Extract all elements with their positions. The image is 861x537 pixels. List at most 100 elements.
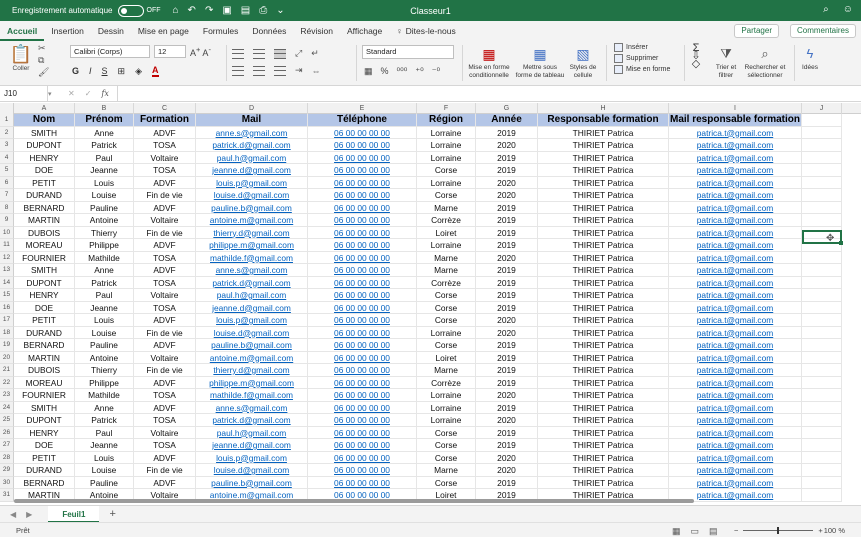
- table-cell[interactable]: 2019: [476, 214, 538, 227]
- table-cell[interactable]: 06 00 00 00 00: [308, 314, 417, 327]
- table-cell[interactable]: Jeanne: [75, 164, 134, 177]
- table-cell[interactable]: 2019: [476, 151, 538, 164]
- tab-insertion[interactable]: Insertion: [44, 21, 91, 41]
- table-cell[interactable]: pauline.b@gmail.com: [196, 201, 308, 214]
- name-box[interactable]: J10: [0, 85, 48, 102]
- table-cell[interactable]: paul.h@gmail.com: [196, 151, 308, 164]
- orientation-icon[interactable]: ⤢: [295, 48, 302, 59]
- table-cell[interactable]: anne.s@gmail.com: [196, 401, 308, 414]
- table-cell[interactable]: 06 00 00 00 00: [308, 401, 417, 414]
- table-cell[interactable]: Corse: [417, 476, 476, 489]
- cancel-icon[interactable]: ✕: [68, 89, 75, 98]
- table-cell[interactable]: DOE: [14, 301, 75, 314]
- bold-icon[interactable]: G: [72, 66, 79, 76]
- table-cell[interactable]: BERNARD: [14, 339, 75, 352]
- table-cell[interactable]: Thierry: [75, 226, 134, 239]
- table-cell[interactable]: 2019: [476, 401, 538, 414]
- chevron-down-icon[interactable]: ▾: [48, 90, 56, 98]
- table-cell[interactable]: PETIT: [14, 314, 75, 327]
- table-cell[interactable]: patrica.t@gmail.com: [669, 214, 802, 227]
- table-cell[interactable]: paul.h@gmail.com: [196, 426, 308, 439]
- table-cell[interactable]: patrica.t@gmail.com: [669, 176, 802, 189]
- tab-donnees[interactable]: Données: [245, 21, 293, 41]
- empty-cell[interactable]: [802, 126, 842, 139]
- table-cell[interactable]: Corse: [417, 451, 476, 464]
- header-cell[interactable]: Nom: [14, 114, 75, 127]
- table-cell[interactable]: THIRIET Patrica: [538, 264, 669, 277]
- sheet-tab-feuil1[interactable]: Feuil1: [48, 505, 100, 523]
- table-cell[interactable]: TOSA: [134, 251, 196, 264]
- table-cell[interactable]: 2020: [476, 176, 538, 189]
- row-number[interactable]: 4: [0, 151, 14, 164]
- table-cell[interactable]: 2019: [476, 276, 538, 289]
- comments-button[interactable]: Commentaires: [789, 24, 856, 38]
- table-cell[interactable]: Corse: [417, 301, 476, 314]
- account-icon[interactable]: ☺: [843, 4, 853, 15]
- table-cell[interactable]: 2019: [476, 164, 538, 177]
- table-cell[interactable]: THIRIET Patrica: [538, 401, 669, 414]
- table-cell[interactable]: patrica.t@gmail.com: [669, 264, 802, 277]
- table-cell[interactable]: Pauline: [75, 339, 134, 352]
- table-cell[interactable]: patrica.t@gmail.com: [669, 476, 802, 489]
- table-cell[interactable]: 2019: [476, 226, 538, 239]
- table-cell[interactable]: THIRIET Patrica: [538, 476, 669, 489]
- column-header[interactable]: D: [196, 103, 308, 114]
- thousands-icon[interactable]: ⁰⁰⁰: [397, 66, 408, 77]
- font-size-select[interactable]: 12: [154, 45, 186, 58]
- table-cell[interactable]: Lorraine: [417, 414, 476, 427]
- redo-icon[interactable]: ↷: [205, 5, 213, 16]
- table-cell[interactable]: 2020: [476, 139, 538, 152]
- table-cell[interactable]: Marne: [417, 251, 476, 264]
- table-cell[interactable]: patrica.t@gmail.com: [669, 301, 802, 314]
- table-cell[interactable]: 2019: [476, 339, 538, 352]
- table-cell[interactable]: Voltaire: [134, 214, 196, 227]
- table-cell[interactable]: DOE: [14, 164, 75, 177]
- table-cell[interactable]: 06 00 00 00 00: [308, 164, 417, 177]
- table-cell[interactable]: Louise: [75, 464, 134, 477]
- table-cell[interactable]: anne.s@gmail.com: [196, 126, 308, 139]
- table-cell[interactable]: louise.d@gmail.com: [196, 326, 308, 339]
- empty-cell[interactable]: [802, 151, 842, 164]
- home-icon[interactable]: ⌂: [173, 5, 179, 16]
- table-cell[interactable]: DUBOIS: [14, 364, 75, 377]
- font-color-icon[interactable]: A: [152, 65, 159, 77]
- table-cell[interactable]: 2019: [476, 126, 538, 139]
- table-cell[interactable]: Fin de vie: [134, 464, 196, 477]
- table-cell[interactable]: TOSA: [134, 301, 196, 314]
- table-cell[interactable]: mathilde.f@gmail.com: [196, 389, 308, 402]
- table-cell[interactable]: Marne: [417, 364, 476, 377]
- column-header[interactable]: A: [14, 103, 75, 114]
- table-cell[interactable]: Louise: [75, 189, 134, 202]
- table-cell[interactable]: 2020: [476, 451, 538, 464]
- tell-me[interactable]: ♀ Dites-le-nous: [389, 21, 462, 41]
- fill-color-icon[interactable]: ◈: [135, 66, 142, 77]
- table-cell[interactable]: Lorraine: [417, 401, 476, 414]
- table-cell[interactable]: patrica.t@gmail.com: [669, 464, 802, 477]
- table-cell[interactable]: ADVF: [134, 264, 196, 277]
- table-cell[interactable]: THIRIET Patrica: [538, 201, 669, 214]
- table-cell[interactable]: MOREAU: [14, 376, 75, 389]
- tab-formules[interactable]: Formules: [196, 21, 245, 41]
- tab-revision[interactable]: Révision: [293, 21, 340, 41]
- table-cell[interactable]: patrica.t@gmail.com: [669, 126, 802, 139]
- table-cell[interactable]: Louis: [75, 314, 134, 327]
- table-cell[interactable]: HENRY: [14, 289, 75, 302]
- table-cell[interactable]: Paul: [75, 426, 134, 439]
- ideas-button[interactable]: ϟ Idées: [798, 44, 822, 72]
- merge-icon[interactable]: ⇔: [312, 66, 321, 76]
- table-cell[interactable]: 06 00 00 00 00: [308, 426, 417, 439]
- table-cell[interactable]: jeanne.d@gmail.com: [196, 439, 308, 452]
- table-cell[interactable]: DUBOIS: [14, 226, 75, 239]
- table-cell[interactable]: patrica.t@gmail.com: [669, 364, 802, 377]
- tab-mise-en-page[interactable]: Mise en page: [131, 21, 196, 41]
- row-number[interactable]: 30: [0, 476, 14, 489]
- table-cell[interactable]: 2019: [476, 439, 538, 452]
- table-cell[interactable]: 2020: [476, 326, 538, 339]
- table-cell[interactable]: 2020: [476, 189, 538, 202]
- table-cell[interactable]: pauline.b@gmail.com: [196, 339, 308, 352]
- table-cell[interactable]: 2020: [476, 414, 538, 427]
- table-cell[interactable]: 06 00 00 00 00: [308, 464, 417, 477]
- table-cell[interactable]: patrick.d@gmail.com: [196, 414, 308, 427]
- table-cell[interactable]: patrica.t@gmail.com: [669, 451, 802, 464]
- table-cell[interactable]: THIRIET Patrica: [538, 301, 669, 314]
